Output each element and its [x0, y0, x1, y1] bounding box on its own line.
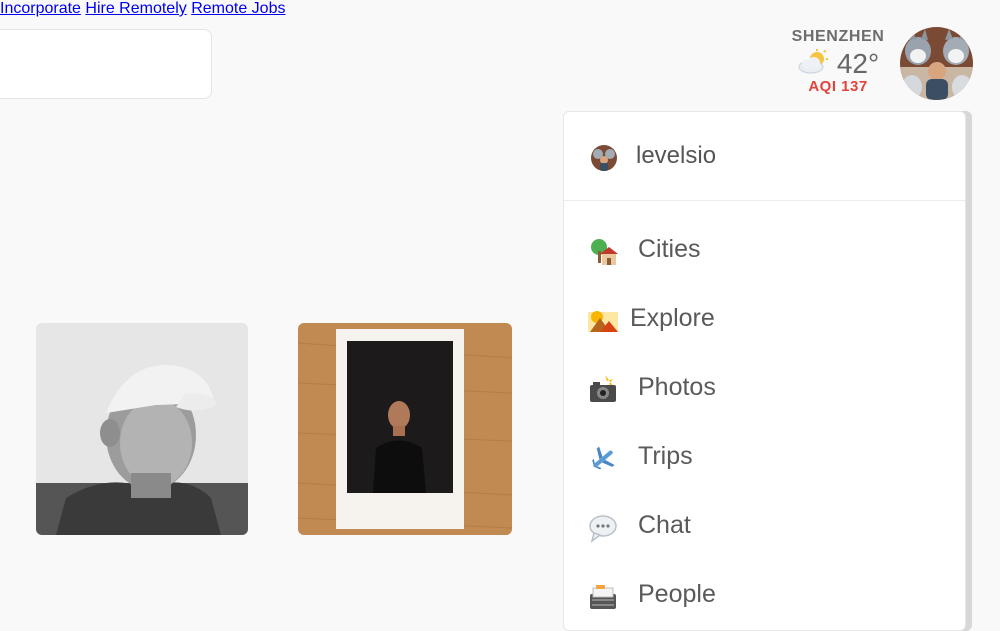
dropdown-username: levelsio [636, 142, 717, 169]
nav-remote-jobs[interactable]: Remote Jobs [191, 0, 285, 17]
aqi-badge: AQI 137 [783, 78, 893, 95]
menu-item-label: Photos [638, 373, 716, 401]
aqi-value: 137 [841, 78, 868, 95]
top-nav: Incorporate Hire Remotely Remote Jobs [0, 0, 1000, 18]
partly-cloudy-icon [797, 48, 831, 80]
nav-incorporate[interactable]: Incorporate [0, 0, 81, 17]
menu-item-cities[interactable]: Cities [564, 225, 965, 285]
search-input[interactable] [0, 29, 212, 99]
speech-bubble-icon [588, 513, 618, 543]
menu-item-explore[interactable]: Explore [564, 294, 965, 354]
card-index-icon [588, 582, 618, 612]
user-avatar[interactable] [900, 27, 973, 100]
instant-photo[interactable] [298, 323, 512, 535]
camera-flash-icon [588, 375, 618, 405]
dropdown-user-row[interactable]: levelsio [564, 112, 965, 201]
portrait-cap-photo[interactable] [36, 323, 248, 535]
aqi-label: AQI [808, 78, 837, 95]
sunrise-mountains-icon [588, 306, 618, 336]
mini-avatar [591, 145, 617, 171]
weather-temperature: 42° [836, 48, 880, 79]
menu-item-label: Chat [638, 511, 691, 539]
menu-item-label: Trips [638, 442, 693, 470]
user-dropdown-menu: levelsio Cities Explore Photos Trips Cha… [563, 111, 966, 631]
menu-item-photos[interactable]: Photos [564, 363, 965, 423]
airplane-icon [588, 444, 618, 474]
menu-item-trips[interactable]: Trips [564, 432, 965, 492]
menu-item-chat[interactable]: Chat [564, 501, 965, 561]
weather-widget[interactable]: SHENZHEN 42° AQI 137 [783, 28, 893, 95]
menu-item-label: People [638, 580, 716, 608]
menu-item-label: Explore [630, 304, 715, 332]
menu-item-people[interactable]: People [564, 570, 965, 630]
menu-item-label: Cities [638, 235, 701, 263]
house-tree-icon [588, 237, 618, 267]
nav-hire-remotely[interactable]: Hire Remotely [85, 0, 186, 17]
weather-city: SHENZHEN [791, 28, 885, 45]
